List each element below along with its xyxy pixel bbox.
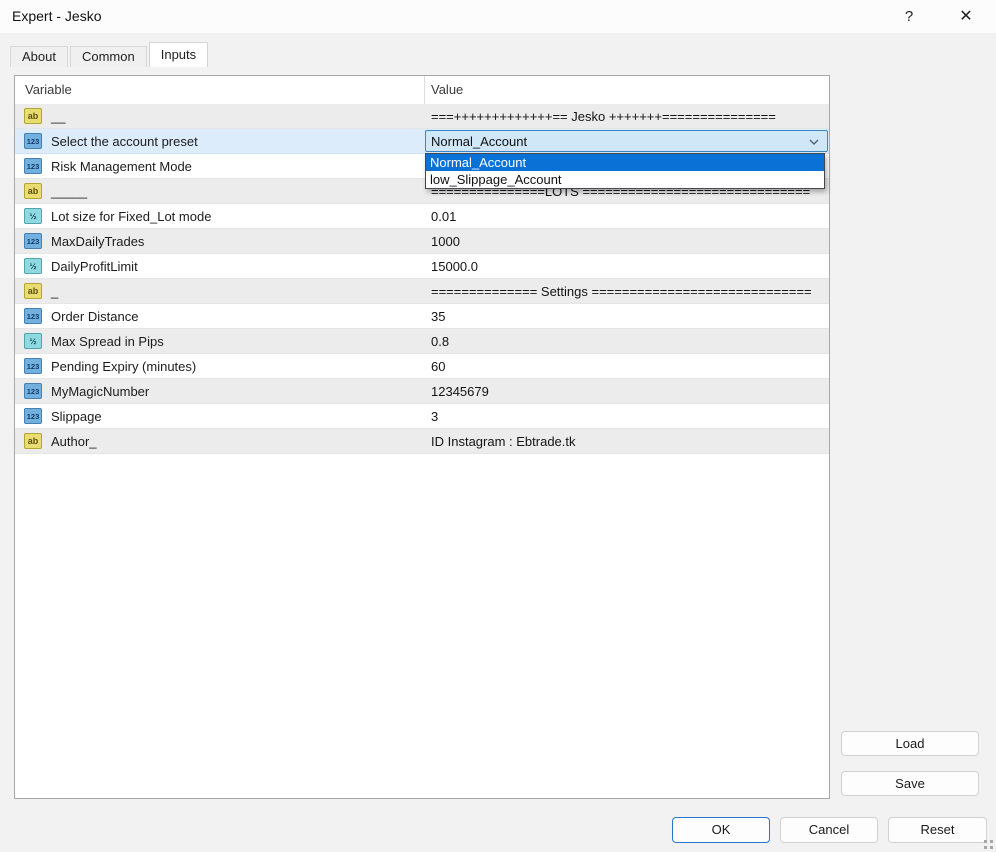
param-name: Select the account preset xyxy=(51,134,198,149)
param-name: _ xyxy=(51,284,58,299)
variable-cell: 123 MaxDailyTrades xyxy=(15,229,424,253)
param-name: DailyProfitLimit xyxy=(51,259,138,274)
param-value-cell: Normal_Account xyxy=(424,129,829,153)
table-row[interactable]: 123 MyMagicNumber 12345679 xyxy=(15,379,829,404)
param-value[interactable]: 12345679 xyxy=(424,379,829,403)
param-value[interactable]: 60 xyxy=(424,354,829,378)
variable-cell: 123 Pending Expiry (minutes) xyxy=(15,354,424,378)
variable-cell: ½ Max Spread in Pips xyxy=(15,329,424,353)
double-param-icon: ½ xyxy=(24,258,42,274)
table-row[interactable]: 123 Slippage 3 xyxy=(15,404,829,429)
variable-cell: 123 Order Distance xyxy=(15,304,424,328)
variable-cell: ab __ xyxy=(15,104,424,128)
reset-button[interactable]: Reset xyxy=(888,817,987,843)
combobox-value: Normal_Account xyxy=(431,134,527,149)
tab-about[interactable]: About xyxy=(10,46,68,67)
help-button[interactable]: ? xyxy=(893,5,925,29)
param-name: MyMagicNumber xyxy=(51,384,149,399)
param-value[interactable]: 0.01 xyxy=(424,204,829,228)
integer-param-icon: 123 xyxy=(24,158,42,174)
param-value[interactable]: ID Instagram : Ebtrade.tk xyxy=(424,429,829,453)
param-name: MaxDailyTrades xyxy=(51,234,144,249)
window-title: Expert - Jesko xyxy=(12,8,101,24)
variable-cell: 123 Select the account preset xyxy=(15,129,424,153)
param-value[interactable]: 1000 xyxy=(424,229,829,253)
string-param-icon: ab xyxy=(24,433,42,449)
param-value[interactable]: 0.8 xyxy=(424,329,829,353)
save-button[interactable]: Save xyxy=(841,771,979,796)
param-name: Lot size for Fixed_Lot mode xyxy=(51,209,211,224)
double-param-icon: ½ xyxy=(24,333,42,349)
variable-cell: 123 Risk Management Mode xyxy=(15,154,424,178)
integer-param-icon: 123 xyxy=(24,408,42,424)
param-name: Max Spread in Pips xyxy=(51,334,164,349)
string-param-icon: ab xyxy=(24,108,42,124)
integer-param-icon: 123 xyxy=(24,133,42,149)
table-header: Variable Value xyxy=(15,76,829,104)
title-bar: Expert - Jesko ? ✕ xyxy=(0,0,996,33)
table-row[interactable]: ab __ ===+++++++++++++== Jesko +++++++==… xyxy=(15,104,829,129)
column-header-value: Value xyxy=(431,82,463,97)
ok-button[interactable]: OK xyxy=(672,817,770,843)
table-row[interactable]: ½ Max Spread in Pips 0.8 xyxy=(15,329,829,354)
param-name: Slippage xyxy=(51,409,102,424)
variable-cell: ab Author_ xyxy=(15,429,424,453)
param-name: Risk Management Mode xyxy=(51,159,192,174)
tab-bar: About Common Inputs xyxy=(10,42,210,67)
variable-cell: ½ Lot size for Fixed_Lot mode xyxy=(15,204,424,228)
combobox-dropdown: Normal_Account low_Slippage_Account xyxy=(425,153,825,189)
table-row[interactable]: 123 Pending Expiry (minutes) 60 xyxy=(15,354,829,379)
variable-cell: ½ DailyProfitLimit xyxy=(15,254,424,278)
param-value[interactable]: ===+++++++++++++== Jesko +++++++========… xyxy=(424,104,829,128)
resize-grip[interactable] xyxy=(984,840,993,849)
param-name: __ xyxy=(51,109,65,124)
tab-inputs[interactable]: Inputs xyxy=(149,42,208,67)
table-row[interactable]: ½ DailyProfitLimit 15000.0 xyxy=(15,254,829,279)
table-row[interactable]: ½ Lot size for Fixed_Lot mode 0.01 xyxy=(15,204,829,229)
tab-common[interactable]: Common xyxy=(70,46,147,67)
param-name: Pending Expiry (minutes) xyxy=(51,359,196,374)
integer-param-icon: 123 xyxy=(24,233,42,249)
string-param-icon: ab xyxy=(24,283,42,299)
param-value[interactable]: 15000.0 xyxy=(424,254,829,278)
column-header-variable: Variable xyxy=(25,82,72,97)
table-row[interactable]: 123 MaxDailyTrades 1000 xyxy=(15,229,829,254)
cancel-button[interactable]: Cancel xyxy=(780,817,878,843)
integer-param-icon: 123 xyxy=(24,358,42,374)
integer-param-icon: 123 xyxy=(24,383,42,399)
double-param-icon: ½ xyxy=(24,208,42,224)
dropdown-option-low-slippage-account[interactable]: low_Slippage_Account xyxy=(426,171,824,188)
load-button[interactable]: Load xyxy=(841,731,979,756)
param-name: Order Distance xyxy=(51,309,138,324)
account-preset-combobox[interactable]: Normal_Account xyxy=(425,130,828,152)
inputs-table: Variable Value ab __ ===+++++++++++++== … xyxy=(14,75,830,799)
param-value[interactable]: 35 xyxy=(424,304,829,328)
table-row[interactable]: 123 Order Distance 35 xyxy=(15,304,829,329)
string-param-icon: ab xyxy=(24,183,42,199)
param-name: Author_ xyxy=(51,434,97,449)
close-button[interactable]: ✕ xyxy=(950,5,982,29)
table-row[interactable]: ab _ ============== Settings ===========… xyxy=(15,279,829,304)
table-row[interactable]: ab Author_ ID Instagram : Ebtrade.tk xyxy=(15,429,829,454)
grip-dots xyxy=(984,840,987,843)
integer-param-icon: 123 xyxy=(24,308,42,324)
param-value[interactable]: ============== Settings ================… xyxy=(424,279,829,303)
table-row-selected[interactable]: 123 Select the account preset Normal_Acc… xyxy=(15,129,829,154)
variable-cell: 123 Slippage xyxy=(15,404,424,428)
variable-cell: ab _ xyxy=(15,279,424,303)
param-value[interactable]: 3 xyxy=(424,404,829,428)
chevron-down-icon xyxy=(808,136,820,148)
param-name: _____ xyxy=(51,184,87,199)
variable-cell: 123 MyMagicNumber xyxy=(15,379,424,403)
dropdown-option-normal-account[interactable]: Normal_Account xyxy=(426,154,824,171)
variable-cell: ab _____ xyxy=(15,179,424,203)
